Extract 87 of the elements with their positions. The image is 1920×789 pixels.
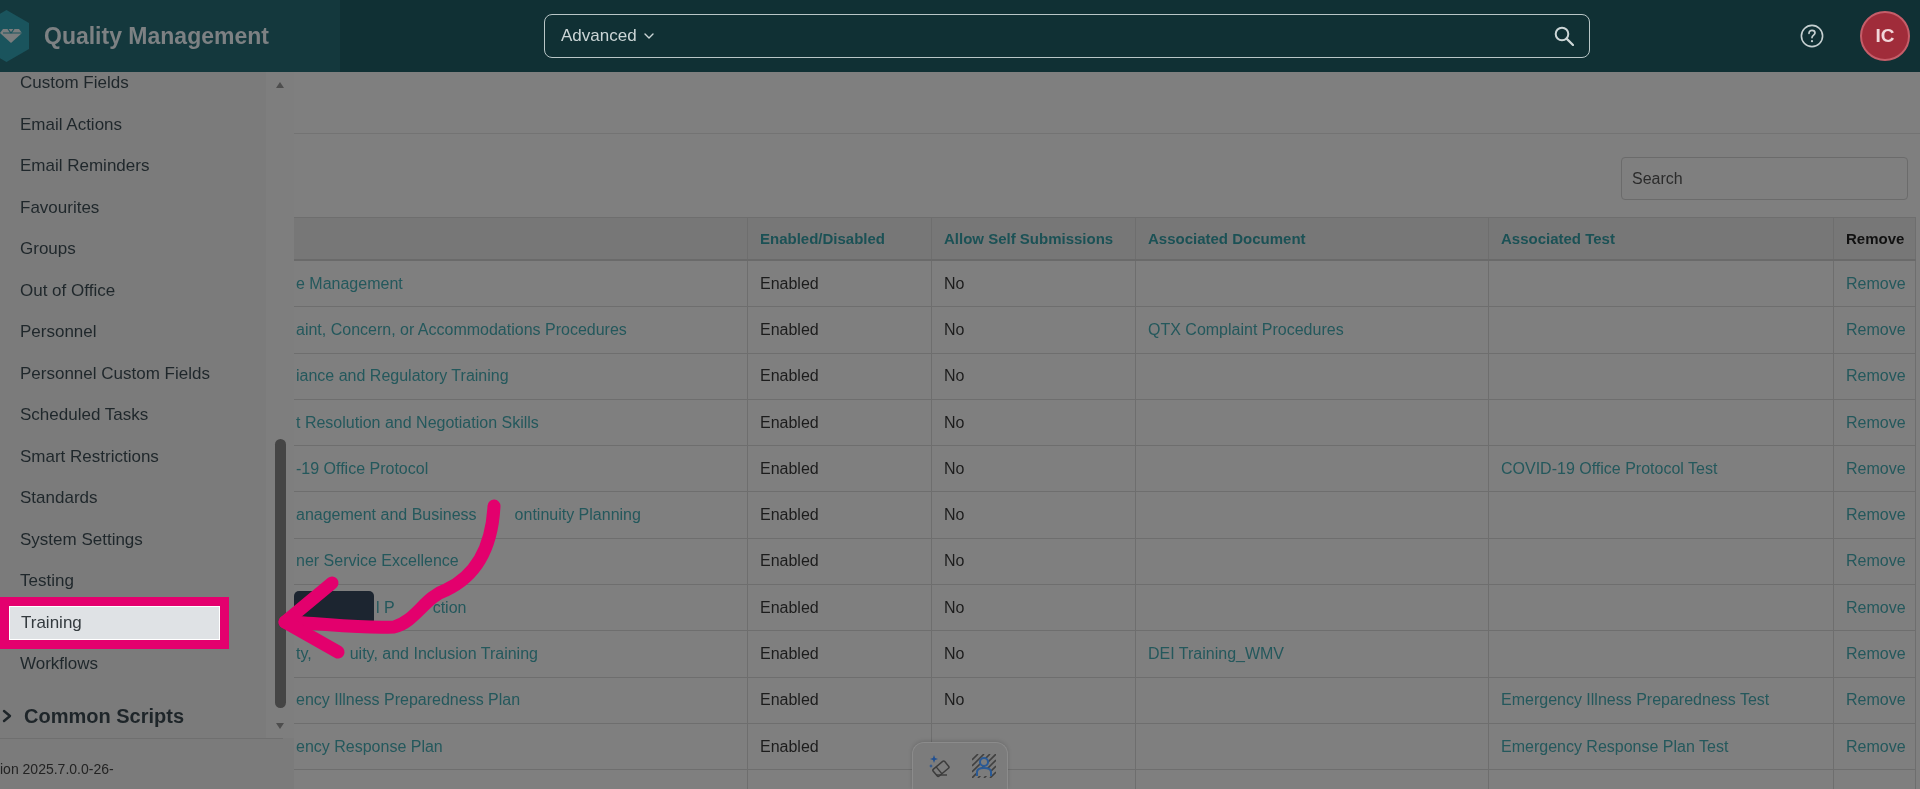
remove-link[interactable]: Remove — [1846, 598, 1906, 617]
status-text: Enabled — [760, 459, 819, 478]
remove-link[interactable]: Remove — [1846, 459, 1906, 478]
training-link[interactable]: iance and Regulatory Training — [296, 367, 509, 386]
self-submission-text: No — [944, 274, 965, 293]
self-submission-text: No — [944, 320, 965, 339]
sidebar-item[interactable]: Personnel Custom Fields — [0, 362, 266, 385]
column-header: Remove — [1846, 230, 1905, 247]
self-submission-text: No — [944, 413, 965, 432]
training-link[interactable]: ction — [432, 598, 467, 617]
logo-icon — [0, 10, 29, 62]
column-header[interactable]: Associated Document — [1148, 230, 1306, 247]
sidebar-item[interactable]: Email Reminders — [0, 155, 266, 177]
sidebar-item[interactable]: Scheduled Tasks — [0, 404, 266, 426]
status-text: Enabled — [760, 598, 819, 617]
sidebar-item[interactable]: Smart Restrictions — [0, 445, 266, 468]
training-link[interactable]: ner Service Excellence — [296, 552, 459, 571]
status-text: Enabled — [760, 413, 819, 432]
remove-link[interactable]: Remove — [1846, 506, 1906, 525]
search-field[interactable]: Search — [1621, 157, 1908, 200]
document-link[interactable]: QTX Complaint Procedures — [1148, 320, 1344, 339]
training-link[interactable]: ty, — [296, 645, 312, 663]
remove-link[interactable]: Remove — [1846, 367, 1906, 386]
remove-link[interactable]: Remove — [1846, 552, 1906, 571]
remove-link[interactable]: Remove — [1846, 274, 1906, 293]
status-text: Enabled — [760, 506, 819, 525]
sidebar-item[interactable]: Groups — [0, 238, 266, 260]
help-icon[interactable] — [1800, 24, 1824, 48]
remove-link[interactable]: Remove — [1846, 413, 1906, 432]
caret-icon — [643, 33, 654, 39]
self-submission-text: No — [944, 598, 965, 617]
sidebar-item[interactable]: Out of Office — [0, 279, 266, 302]
test-link[interactable]: COVID-19 Office Protocol Test — [1501, 459, 1718, 478]
status-text: Enabled — [760, 737, 819, 756]
sidebar-item[interactable]: Personnel — [0, 321, 266, 343]
remove-link[interactable]: Remove — [1846, 645, 1906, 663]
search-icon[interactable] — [1554, 26, 1574, 46]
remove-link[interactable]: Remove — [1846, 320, 1906, 339]
remove-link[interactable]: Remove — [1846, 691, 1906, 710]
sidebar-item[interactable]: Favourites — [0, 196, 266, 219]
sidebar-item[interactable]: Workflows — [0, 653, 266, 675]
status-text: Enabled — [760, 320, 819, 339]
status-text: Enabled — [760, 367, 819, 386]
column-header[interactable]: Associated Test — [1501, 230, 1615, 247]
status-text: Enabled — [760, 552, 819, 571]
app-title: Quality Management — [44, 22, 269, 50]
training-link[interactable]: ency Response Plan — [296, 737, 443, 756]
column-header[interactable]: Allow Self Submissions — [944, 230, 1114, 247]
remove-link[interactable]: Remove — [1846, 737, 1906, 756]
person-icon[interactable] — [972, 754, 996, 778]
self-submission-text: No — [944, 691, 965, 710]
training-link[interactable]: uity, and Inclusion Training — [349, 645, 538, 663]
eraser-icon[interactable] — [928, 754, 952, 778]
scroll-down-icon[interactable] — [276, 723, 284, 729]
version-text: ion 2025.7.0.0-26- — [0, 761, 114, 778]
training-link[interactable]: l P — [376, 598, 395, 617]
scroll-up-icon[interactable] — [276, 82, 284, 88]
column-header[interactable]: Enabled/Disabled — [760, 230, 886, 247]
scrollbar-thumb[interactable] — [274, 439, 286, 708]
training-link[interactable]: -19 Office Protocol — [296, 459, 429, 478]
user-avatar[interactable]: IC — [1860, 11, 1910, 61]
training-link[interactable]: anagement and Business — [296, 506, 477, 525]
test-link[interactable]: Emergency Response Plan Test — [1501, 737, 1729, 756]
status-text: Enabled — [760, 274, 819, 293]
sidebar-item[interactable]: Training — [9, 605, 220, 640]
training-link[interactable]: e Management — [296, 274, 403, 293]
search-bar[interactable]: Advanced — [544, 14, 1590, 58]
self-submission-text: No — [944, 367, 965, 386]
self-submission-text: No — [944, 552, 965, 571]
test-link[interactable]: Emergency Illness Preparedness Test — [1501, 691, 1770, 710]
sidebar-item[interactable]: System Settings — [0, 528, 266, 551]
section-toggle[interactable]: Common Scripts — [0, 705, 185, 727]
sidebar-item[interactable]: Testing — [0, 570, 266, 592]
self-submission-text: No — [944, 459, 965, 478]
training-link[interactable]: ontinuity Planning — [514, 506, 641, 525]
advanced-dropdown[interactable]: Advanced — [561, 26, 654, 46]
status-text: Enabled — [760, 691, 819, 710]
document-link[interactable]: DEI Training_WMV — [1148, 645, 1285, 663]
sidebar-item[interactable]: Custom Fields — [0, 72, 266, 94]
self-submission-text: No — [944, 645, 965, 663]
training-link[interactable]: ency Illness Preparedness Plan — [296, 691, 521, 710]
sidebar-item[interactable]: Standards — [0, 487, 266, 509]
status-text: Enabled — [760, 645, 819, 663]
self-submission-text: No — [944, 506, 965, 525]
sidebar-item[interactable]: Email Actions — [0, 113, 266, 136]
training-link[interactable]: aint, Concern, or Accommodations Procedures — [296, 320, 627, 339]
training-link[interactable]: t Resolution and Negotiation Skills — [296, 413, 539, 432]
